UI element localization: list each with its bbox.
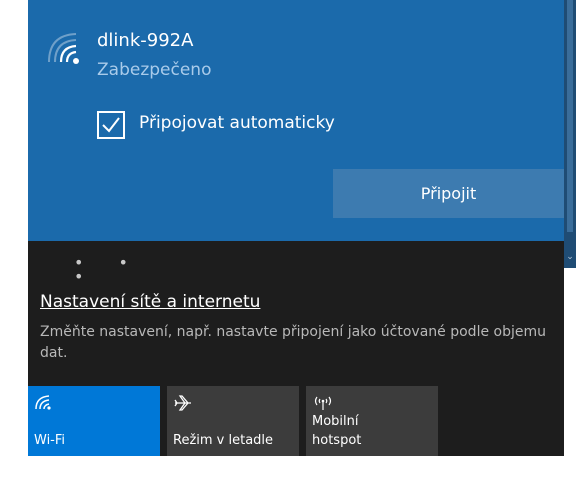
wifi-toggle-tile[interactable]: Wi-Fi	[28, 386, 160, 456]
mobile-hotspot-tile[interactable]: Mobilní hotspot	[306, 386, 438, 456]
network-flyout: ⌄ dlink-992A Zabezpečeno Připojovat auto…	[0, 0, 576, 484]
network-security-status: Zabezpečeno	[97, 60, 212, 80]
mobile-hotspot-tile-label: Mobilní hotspot	[312, 412, 361, 450]
scroll-down-icon[interactable]: ⌄	[564, 250, 576, 264]
network-settings-description: Změňte nastavení, např. nastavte připoje…	[40, 324, 546, 361]
background-left	[0, 0, 28, 484]
network-name: dlink-992A	[97, 30, 194, 51]
scrollbar-thumb[interactable]	[567, 0, 573, 232]
mobile-hotspot-label-line1: Mobilní	[312, 414, 359, 429]
background-bottom	[28, 456, 576, 484]
mobile-hotspot-label-line2: hotspot	[312, 433, 362, 448]
connect-button[interactable]: Připojit	[333, 169, 564, 218]
airplane-mode-tile-label: Režim v letadle	[173, 433, 274, 448]
network-settings-link[interactable]: Nastavení sítě a internetu	[40, 292, 260, 312]
wifi-icon	[34, 394, 54, 414]
wifi-signal-icon	[46, 30, 82, 64]
auto-connect-label: Připojovat automaticky	[139, 113, 335, 133]
more-networks-indicator: • • •	[74, 253, 143, 286]
scrollbar[interactable]: ⌄	[564, 0, 576, 268]
airplane-mode-tile[interactable]: Režim v letadle	[167, 386, 299, 456]
airplane-icon	[173, 394, 193, 416]
checkmark-icon	[102, 117, 120, 133]
wifi-tile-label: Wi-Fi	[34, 433, 66, 448]
auto-connect-checkbox[interactable]	[97, 111, 125, 139]
